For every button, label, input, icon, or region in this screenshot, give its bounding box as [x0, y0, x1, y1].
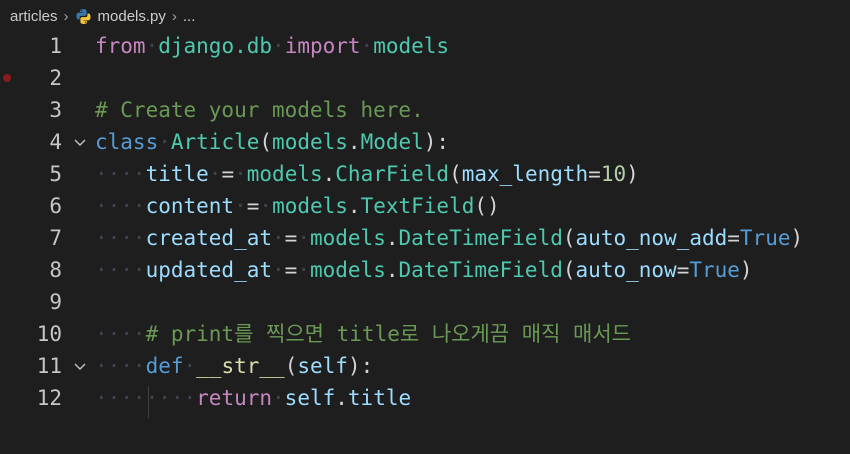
line-number: 1	[49, 34, 62, 58]
code-line[interactable]: 6 ····content·=·models.TextField()	[0, 190, 850, 222]
module-name: models	[373, 34, 450, 58]
chevron-down-icon[interactable]	[72, 358, 88, 374]
code-line[interactable]: 1 from·django.db·import·models	[0, 30, 850, 62]
keyword: class	[95, 130, 159, 154]
breakpoint-dot-icon[interactable]	[3, 74, 11, 82]
code-editor[interactable]: 1 from·django.db·import·models 2 3 # Cre…	[0, 30, 850, 424]
line-number: 8	[49, 258, 62, 282]
line-number: 2	[49, 66, 62, 90]
vertical-scrollbar[interactable]	[842, 62, 850, 454]
code-text: ····created_at·=·models.DateTimeField(au…	[95, 226, 804, 250]
code-line[interactable]: 3 # Create your models here.	[0, 94, 850, 126]
code-line[interactable]: 7 ····created_at·=·models.DateTimeField(…	[0, 222, 850, 254]
line-number: 3	[49, 98, 62, 122]
breadcrumb: articles › models.py › ...	[0, 0, 850, 32]
breadcrumb-symbols[interactable]: ...	[183, 8, 196, 25]
line-number: 7	[49, 226, 62, 250]
comment: # Create your models here.	[95, 98, 424, 122]
code-text: ····title·=·models.CharField(max_length=…	[95, 162, 639, 186]
line-number: 4	[49, 130, 62, 154]
chevron-right-icon: ›	[63, 7, 69, 25]
code-line[interactable]: 2	[0, 62, 850, 94]
line-number: 11	[36, 354, 62, 378]
comment: # print를 찍으면 title로 나오게끔 매직 매서드	[145, 322, 631, 346]
function-name: __str__	[196, 354, 285, 378]
code-text: ····# print를 찍으면 title로 나오게끔 매직 매서드	[95, 322, 631, 346]
breadcrumb-folder[interactable]: articles	[10, 8, 58, 25]
keyword: from	[95, 34, 146, 58]
line-number: 9	[49, 290, 62, 314]
code-line[interactable]: 8 ····updated_at·=·models.DateTimeField(…	[0, 254, 850, 286]
python-icon	[75, 8, 92, 25]
code-text: class·Article(models.Model):	[95, 130, 450, 154]
code-line[interactable]: 5 ····title·=·models.CharField(max_lengt…	[0, 158, 850, 190]
line-number: 5	[49, 162, 62, 186]
code-text: ····updated_at·=·models.DateTimeField(au…	[95, 258, 753, 282]
code-line[interactable]: 9	[0, 286, 850, 318]
code-line[interactable]: 4 class·Article(models.Model):	[0, 126, 850, 158]
module-name: django.db	[158, 34, 273, 58]
code-text: ····def·__str__(self):	[95, 354, 374, 378]
code-line[interactable]: 11 ····def·__str__(self):	[0, 350, 850, 382]
line-number: 12	[36, 386, 62, 410]
code-text: ········return·self.title	[95, 386, 412, 410]
code-text: ····content·=·models.TextField()	[95, 194, 500, 218]
chevron-right-icon: ›	[171, 7, 177, 25]
chevron-down-icon[interactable]	[72, 134, 88, 150]
line-number: 6	[49, 194, 62, 218]
code-text: from·django.db·import·models	[95, 34, 450, 58]
line-number: 10	[36, 322, 62, 346]
code-line[interactable]: 10 ····# print를 찍으면 title로 나오게끔 매직 매서드	[0, 318, 850, 350]
keyword: import	[284, 34, 361, 58]
breadcrumb-file[interactable]: models.py	[98, 8, 166, 25]
class-name: Article	[170, 130, 260, 154]
code-line[interactable]: 12 ········return·self.title	[0, 382, 850, 414]
